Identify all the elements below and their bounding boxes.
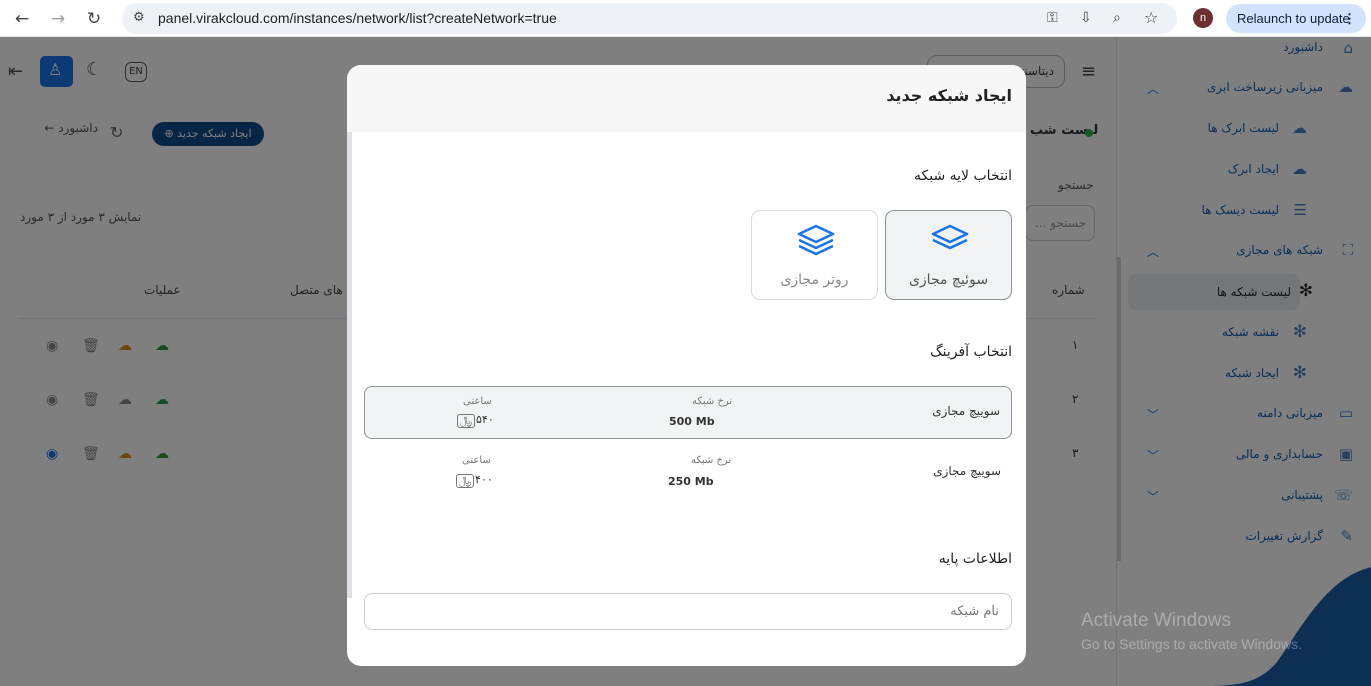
offering-row[interactable]: سوییچ مجازی نرخ شبکه 500 Mb ساعتی ۵۴۰ ﷼ — [364, 386, 1012, 439]
menu-kebab-icon[interactable]: ⋮ — [1343, 4, 1356, 33]
layers-icon — [931, 224, 969, 250]
site-settings-icon[interactable]: ⚙ — [133, 10, 145, 25]
reload-icon[interactable]: ↻ — [83, 8, 105, 30]
layer-option-label: سوئیچ مجازی — [908, 272, 989, 288]
offering-rate-label: نرخ شبکه — [692, 396, 733, 407]
browser-toolbar: ← → ↻ ⚙ panel.virakcloud.com/instances/n… — [0, 0, 1371, 37]
layers-icon — [797, 224, 835, 256]
offering-rate-value: 250 Mb — [668, 475, 714, 488]
address-bar[interactable]: ⚙ panel.virakcloud.com/instances/network… — [122, 3, 1177, 34]
offering-price-label: ساعتی — [462, 455, 491, 466]
offering-price-label: ساعتی — [463, 396, 492, 407]
windows-activation-hint: Go to Settings to activate Windows. — [1081, 636, 1302, 652]
create-network-modal: ایجاد شبکه جدید انتخاب لایه شبکه سوئیچ م… — [347, 65, 1026, 666]
network-name-field[interactable] — [364, 593, 1012, 630]
rial-currency-icon: ﷼ — [456, 474, 475, 488]
base-info-section-title: اطلاعات پایه — [938, 551, 1012, 567]
modal-title: ایجاد شبکه جدید — [886, 86, 1012, 105]
relaunch-button[interactable]: Relaunch to update ⋮ — [1226, 4, 1366, 33]
offering-price-value: ۵۴۰ — [476, 413, 494, 426]
profile-avatar[interactable]: n — [1193, 8, 1213, 28]
url-text[interactable]: panel.virakcloud.com/instances/network/l… — [158, 10, 557, 26]
offering-row[interactable]: سوییچ مجازی نرخ شبکه 250 Mb ساعتی ۴۰۰ ﷼ — [364, 447, 1012, 500]
offering-rate-label: نرخ شبکه — [691, 455, 732, 466]
password-key-icon[interactable]: ⚿ — [1047, 10, 1058, 26]
back-icon[interactable]: ← — [11, 8, 33, 30]
offering-name: سوییچ مجازی — [932, 404, 1000, 418]
network-name-input[interactable] — [365, 594, 1011, 629]
layer-option-label: روتر مجازی — [780, 272, 849, 288]
offering-name: سوییچ مجازی — [933, 464, 1001, 478]
windows-activation-watermark: Activate Windows — [1081, 610, 1231, 631]
modal-header: ایجاد شبکه جدید — [347, 65, 1026, 132]
offering-price-value: ۴۰۰ — [475, 473, 493, 486]
layer-option-virtual-switch[interactable]: سوئیچ مجازی — [885, 210, 1012, 300]
layer-section-title: انتخاب لایه شبکه — [914, 168, 1012, 184]
offering-rate-value: 500 Mb — [669, 415, 715, 428]
zoom-icon[interactable]: ⌕ — [1113, 10, 1121, 26]
forward-icon[interactable]: → — [47, 8, 69, 30]
rial-currency-icon: ﷼ — [457, 414, 476, 428]
layer-option-virtual-router[interactable]: روتر مجازی — [751, 210, 878, 300]
offering-section-title: انتخاب آفرینگ — [930, 344, 1012, 360]
modal-scrollbar[interactable] — [347, 132, 352, 598]
bookmark-star-icon[interactable]: ☆ — [1144, 8, 1158, 27]
install-app-icon[interactable]: ⇩ — [1080, 10, 1092, 26]
